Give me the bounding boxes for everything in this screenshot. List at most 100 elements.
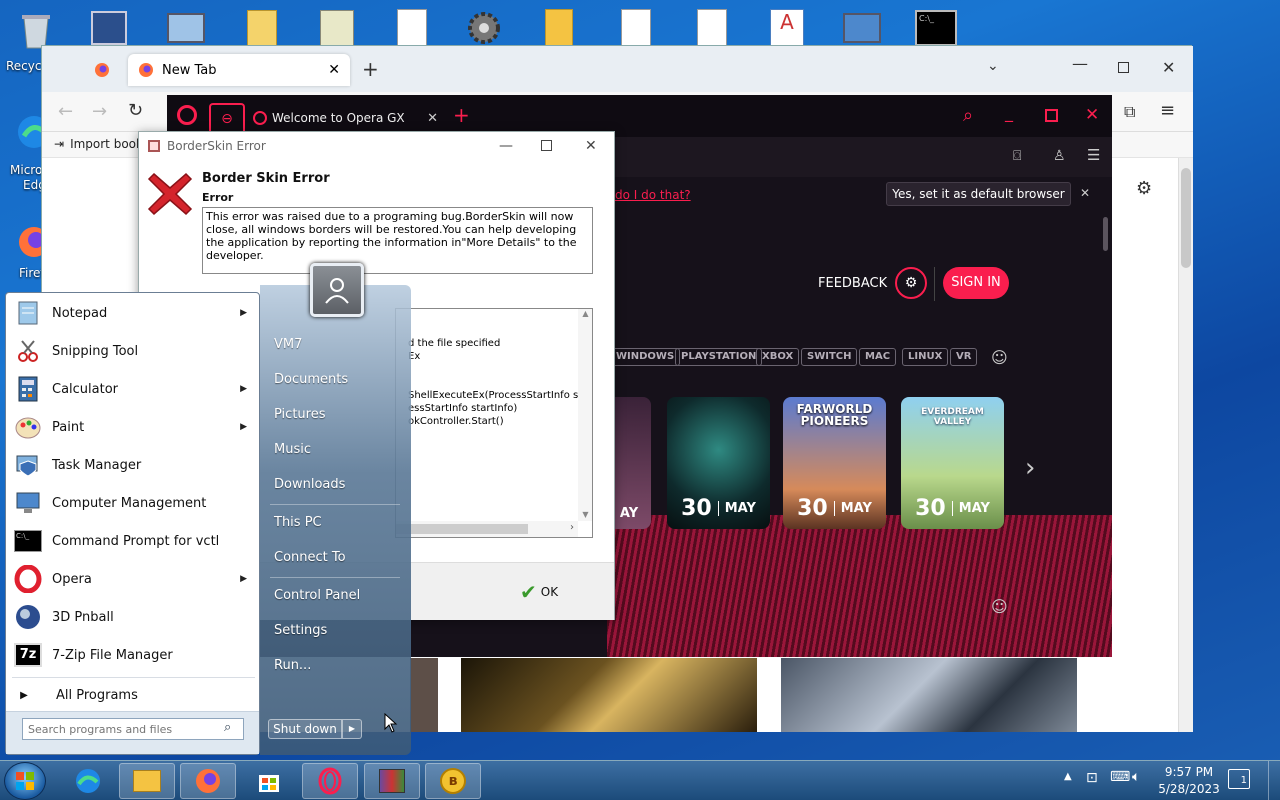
import-bookmarks[interactable]: ⇥ Import book	[54, 137, 143, 151]
taskbar-explorer[interactable]	[119, 763, 175, 799]
list-tabs-icon[interactable]: ⌄	[987, 58, 999, 74]
places-pictures[interactable]: Pictures	[274, 407, 325, 422]
program-7zip[interactable]: 7z 7-Zip File Manager	[12, 637, 255, 673]
computer-desktop-icon[interactable]	[164, 6, 208, 50]
feedback-link[interactable]: FEEDBACK	[818, 276, 887, 291]
tag-switch[interactable]: SWITCH	[801, 348, 858, 366]
minimize-button[interactable]: —	[1072, 54, 1088, 73]
network-desktop-icon[interactable]	[840, 6, 884, 50]
easy-setup-icon[interactable]: ☰	[1087, 146, 1100, 164]
page-scrollbar[interactable]	[1178, 158, 1193, 732]
tray-network-icon[interactable]: ⊡	[1086, 770, 1098, 786]
opera-maximize-button[interactable]	[1045, 109, 1058, 122]
folder-desktop-icon-2[interactable]	[537, 6, 581, 50]
tag-linux[interactable]: LINUX	[902, 348, 949, 366]
wordpad-desktop-icon[interactable]: A	[765, 6, 809, 50]
game-card-4[interactable]: EVERDREAM VALLEY 30 MAY	[901, 397, 1004, 529]
places-connect-to[interactable]: Connect To	[274, 550, 346, 565]
extensions-icon[interactable]: ⧉	[1124, 102, 1135, 122]
tab-pinned[interactable]	[82, 54, 122, 86]
dialog-close-button[interactable]: ✕	[585, 138, 597, 154]
program-calculator[interactable]: Calculator ▶	[12, 371, 255, 407]
show-desktop-button[interactable]	[1268, 761, 1280, 800]
settings-gear-icon[interactable]: ⚙	[1136, 178, 1152, 199]
opera-close-button[interactable]: ✕	[1085, 105, 1099, 125]
search-input[interactable]	[22, 718, 244, 740]
installer-desktop-icon[interactable]	[315, 6, 359, 50]
tag-xbox[interactable]: XBOX	[756, 348, 800, 366]
document-desktop-icon[interactable]	[390, 6, 434, 50]
places-this-pc[interactable]: This PC	[274, 515, 322, 530]
program-snipping-tool[interactable]: Snipping Tool	[12, 333, 255, 369]
set-default-button[interactable]: Yes, set it as default browser	[886, 182, 1071, 206]
new-tab-button[interactable]: +	[362, 57, 379, 81]
forward-icon[interactable]: →	[92, 101, 107, 122]
places-control-panel[interactable]: Control Panel	[274, 588, 360, 603]
opera-scrollbar[interactable]	[1103, 217, 1108, 251]
tag-windows[interactable]: WINDOWS	[610, 348, 681, 366]
dismiss-banner-icon[interactable]: ✕	[1080, 186, 1090, 200]
places-settings[interactable]: Settings	[274, 623, 327, 638]
program-task-manager[interactable]: Task Manager	[12, 447, 255, 483]
program-opera[interactable]: Opera ▶	[12, 561, 255, 597]
smiley-icon-2[interactable]: ☺	[991, 597, 1008, 616]
reload-icon[interactable]: ↻	[128, 100, 143, 121]
document-desktop-icon-2[interactable]	[614, 6, 658, 50]
tag-mac[interactable]: MAC	[859, 348, 897, 366]
gx-controller-icon[interactable]: ⊖	[209, 103, 245, 133]
places-run[interactable]: Run...	[274, 658, 311, 673]
places-downloads[interactable]: Downloads	[274, 477, 345, 492]
opera-new-tab-button[interactable]: +	[453, 103, 470, 127]
places-user-vm7[interactable]: VM7	[274, 337, 302, 352]
tag-vr[interactable]: VR	[950, 348, 978, 366]
dialog-minimize-button[interactable]: —	[499, 138, 513, 154]
taskbar-winrar[interactable]	[364, 763, 420, 799]
opera-logo-icon[interactable]	[177, 105, 197, 125]
taskbar-opera-gx[interactable]	[302, 763, 358, 799]
program-3d-pinball[interactable]: 3D Pnball	[12, 599, 255, 635]
details-hscrollbar[interactable]: ›	[396, 521, 578, 537]
taskbar-borderskin[interactable]: ʙ	[425, 763, 481, 799]
tray-expand-icon[interactable]: ▲	[1064, 771, 1072, 782]
app-desktop-icon[interactable]	[87, 6, 131, 50]
all-programs[interactable]: ▶ All Programs	[12, 679, 255, 711]
program-computer-management[interactable]: Computer Management	[12, 485, 255, 521]
game-card-3[interactable]: FARWORLD PIONEERS 30 MAY	[783, 397, 886, 529]
maximize-button[interactable]	[1118, 62, 1129, 73]
places-music[interactable]: Music	[274, 442, 311, 457]
tray-ime-icon[interactable]: ⌨	[1110, 769, 1130, 785]
tab-new-tab[interactable]: New Tab ✕	[128, 54, 350, 86]
default-browser-link[interactable]: do I do that?	[615, 188, 691, 202]
taskbar-firefox[interactable]	[180, 763, 236, 799]
shutdown-button[interactable]: Shut down	[268, 719, 342, 739]
places-documents[interactable]: Documents	[274, 372, 348, 387]
user-avatar[interactable]	[310, 263, 364, 317]
ok-button[interactable]: ✔ OK	[520, 580, 558, 604]
program-notepad[interactable]: Notepad ▶	[12, 295, 255, 331]
smiley-icon[interactable]: ☺	[991, 348, 1008, 367]
menu-icon[interactable]: ≡	[1160, 100, 1175, 121]
thumbnail-0[interactable]	[410, 658, 438, 732]
taskbar-edge[interactable]	[60, 763, 116, 799]
start-button[interactable]	[4, 762, 46, 800]
gear-desktop-icon[interactable]	[462, 6, 506, 50]
search-icon[interactable]: ⌕	[224, 720, 231, 735]
opera-search-icon[interactable]: ⌕	[963, 105, 973, 126]
tray-volume-icon[interactable]: 🔈︎	[1132, 769, 1140, 785]
cmd-desktop-icon[interactable]: C:\_	[914, 6, 958, 50]
account-icon[interactable]: ♙	[1053, 148, 1066, 164]
folder-desktop-icon[interactable]	[240, 6, 284, 50]
taskbar-store[interactable]	[241, 763, 297, 799]
opera-minimize-button[interactable]: _	[1005, 103, 1013, 122]
action-center-icon[interactable]: 1	[1228, 769, 1250, 789]
program-paint[interactable]: Paint ▶	[12, 409, 255, 445]
carousel-next-icon[interactable]: ›	[1025, 453, 1035, 483]
game-card-2[interactable]: 30 MAY	[667, 397, 770, 529]
thumbnail-1[interactable]	[461, 658, 757, 732]
details-box[interactable]: d the file specified Ex ShellExecuteEx(Pro…	[395, 308, 593, 538]
thumbnail-2[interactable]	[781, 658, 1077, 732]
opera-tab-close-icon[interactable]: ✕	[427, 111, 438, 126]
sign-in-button[interactable]: SIGN IN	[943, 267, 1009, 299]
shutdown-options-icon[interactable]: ▶	[342, 719, 362, 739]
tab-close-icon[interactable]: ✕	[328, 62, 340, 78]
